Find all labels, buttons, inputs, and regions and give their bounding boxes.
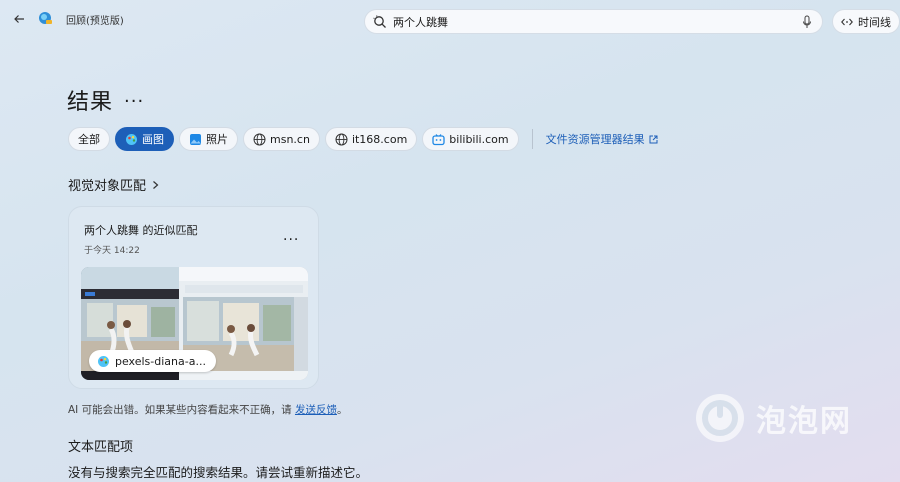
filter-msn[interactable]: msn.cn bbox=[243, 127, 320, 151]
microphone-icon[interactable] bbox=[802, 15, 812, 29]
visual-matches-header[interactable]: 视觉对象匹配 bbox=[68, 175, 159, 194]
text-matches-title: 文本匹配项 bbox=[68, 440, 134, 455]
ai-disclaimer: AI 可能会出错。如果某些内容看起来不正确，请 发送反馈。 bbox=[68, 402, 347, 417]
timeline-label: 时间线 bbox=[858, 15, 891, 29]
filter-all[interactable]: 全部 bbox=[68, 127, 110, 151]
title-bar: 回顾(预览版) 两个人跳舞 时间线 bbox=[0, 0, 900, 40]
card-timestamp: 于今天 14:22 bbox=[84, 246, 140, 256]
watermark-text: 泡泡网 bbox=[756, 404, 852, 439]
visual-matches-title: 视觉对象匹配 bbox=[68, 179, 147, 194]
filter-paint[interactable]: 画图 bbox=[115, 127, 174, 151]
card-more-button[interactable]: ... bbox=[283, 228, 299, 244]
chevron-right-icon bbox=[153, 180, 159, 189]
search-input[interactable]: 两个人跳舞 bbox=[393, 14, 802, 30]
filter-label: it168.com bbox=[351, 132, 408, 146]
paint-icon bbox=[98, 355, 109, 367]
filter-bilibili[interactable]: bilibili.com bbox=[422, 127, 519, 151]
results-more-button[interactable]: ... bbox=[124, 86, 144, 107]
filter-label: bilibili.com bbox=[449, 132, 509, 146]
filter-label: 全部 bbox=[78, 133, 100, 146]
filter-divider bbox=[531, 129, 533, 149]
no-results-message: 没有与搜索完全匹配的搜索结果。请尝试重新描述它。 bbox=[68, 465, 369, 480]
watermark: 泡泡网 bbox=[694, 388, 874, 448]
results-title: 结果 bbox=[67, 90, 114, 115]
filter-label: 照片 bbox=[206, 133, 228, 146]
external-link-icon bbox=[649, 135, 658, 143]
search-icon bbox=[373, 14, 386, 28]
photos-icon bbox=[190, 133, 201, 145]
bilibili-icon bbox=[432, 133, 445, 145]
back-button[interactable] bbox=[8, 8, 30, 30]
paint-icon bbox=[126, 133, 137, 145]
filter-label: 画图 bbox=[142, 133, 164, 146]
globe-icon bbox=[335, 133, 348, 145]
file-explorer-results-link[interactable]: 文件资源管理器结果 bbox=[546, 131, 658, 147]
app-title: 回顾(预览版) bbox=[66, 16, 124, 27]
ai-disclaimer-text: AI 可能会出错。如果某些内容看起来不正确，请 bbox=[68, 404, 292, 416]
search-box[interactable]: 两个人跳舞 bbox=[364, 9, 823, 34]
filter-bar: 全部 画图 照片 msn.cn it168.com bilibili.com 文… bbox=[68, 127, 658, 151]
filter-photos[interactable]: 照片 bbox=[179, 127, 238, 151]
filter-label: msn.cn bbox=[270, 132, 310, 146]
ai-disclaimer-suffix: 。 bbox=[336, 404, 348, 416]
timeline-icon bbox=[841, 18, 853, 25]
timeline-button[interactable]: 时间线 bbox=[832, 9, 900, 34]
send-feedback-link[interactable]: 发送反馈 bbox=[295, 404, 337, 416]
globe-icon bbox=[253, 133, 266, 145]
filter-it168[interactable]: it168.com bbox=[324, 127, 418, 151]
source-file-pill[interactable]: pexels-diana-a... bbox=[89, 350, 216, 372]
source-file-label: pexels-diana-a... bbox=[115, 354, 206, 368]
card-title: 两个人跳舞 的近似匹配 bbox=[84, 224, 198, 237]
recall-app-icon bbox=[39, 12, 52, 24]
watermark-logo-icon bbox=[696, 394, 744, 442]
back-arrow-icon bbox=[14, 15, 24, 23]
explorer-link-label: 文件资源管理器结果 bbox=[545, 133, 645, 146]
visual-match-card[interactable]: 两个人跳舞 的近似匹配 于今天 14:22 ... pexels-diana-a… bbox=[68, 206, 319, 389]
